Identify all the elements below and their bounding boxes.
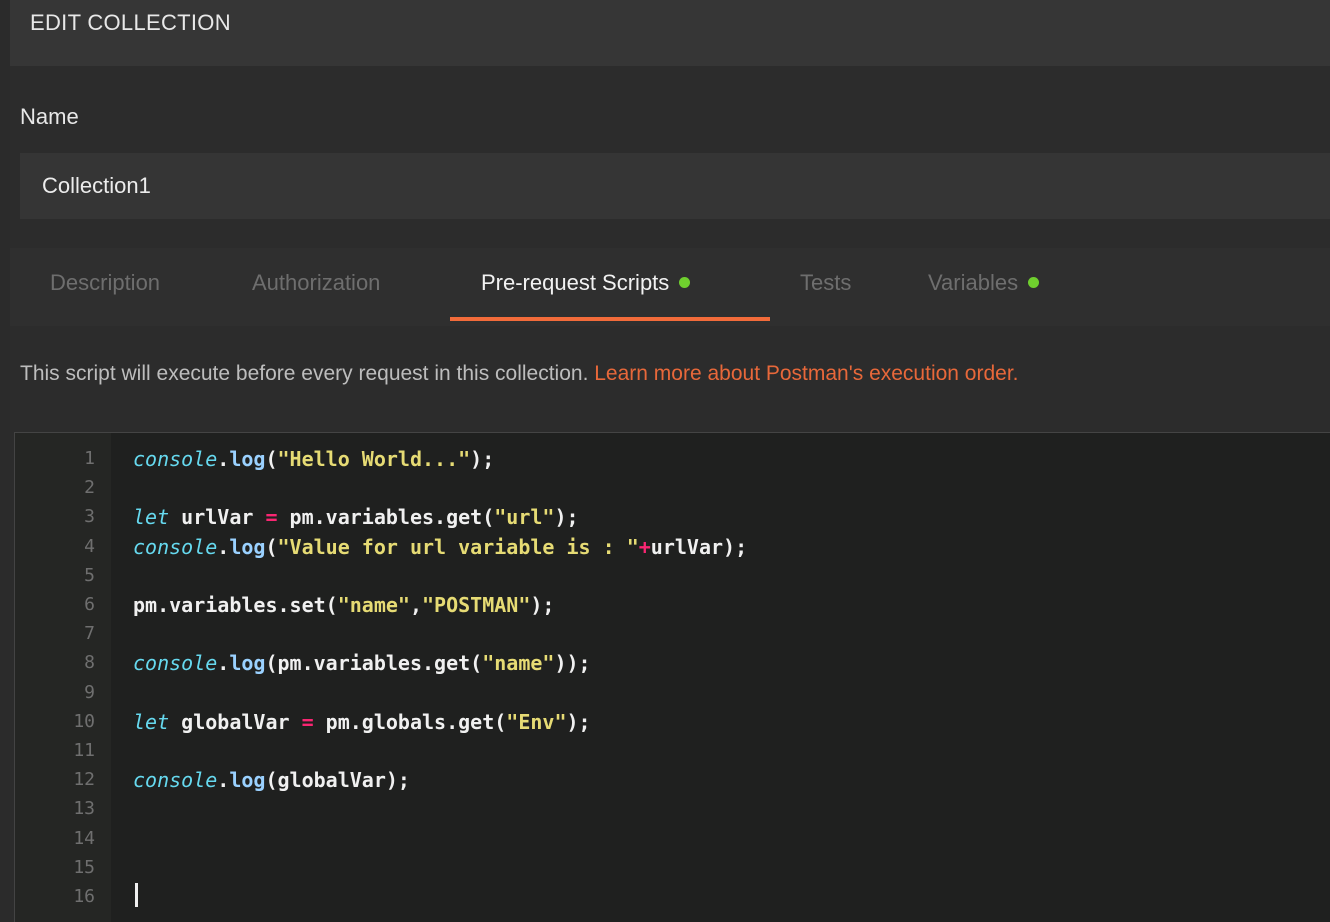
line-number: 5 (84, 564, 95, 586)
code-line: 15 (15, 854, 1315, 882)
code-line: 13 (15, 795, 1315, 823)
code-text: console.log("Value for url variable is :… (133, 534, 748, 559)
line-number: 2 (84, 477, 95, 499)
line-number: 1 (84, 448, 95, 469)
collection-name-value: Collection1 (42, 173, 151, 198)
tab-authorization[interactable]: Authorization (252, 270, 380, 296)
code-text: let urlVar = pm.variables.get("url"); (133, 505, 579, 530)
line-number: 12 (73, 769, 95, 791)
tab-bar: Description Authorization Pre-request Sc… (10, 248, 1330, 326)
status-dot-icon (1028, 277, 1040, 288)
code-line: 5 (15, 562, 1315, 590)
code-text: console.log("Hello World..."); (133, 447, 495, 471)
line-number: 8 (84, 652, 95, 674)
line-number: 9 (84, 681, 95, 703)
execution-order-link[interactable]: Learn more about Postman's execution ord… (594, 362, 1018, 385)
code-line: 12 console.log(globalVar); (15, 766, 1315, 794)
status-dot-icon (679, 277, 691, 288)
collection-name-input[interactable]: Collection1 (20, 153, 1330, 219)
tab-description[interactable]: Description (50, 270, 160, 296)
script-editor[interactable]: 1 console.log("Hello World..."); 2 3 let url… (14, 432, 1330, 922)
text-cursor (135, 883, 138, 907)
code-line: 4 console.log("Value for url variable is … (15, 533, 1315, 561)
line-number: 15 (73, 856, 95, 878)
code-line: 1 console.log("Hello World..."); (15, 445, 1315, 473)
code-line: 3 let urlVar = pm.variables.get("url"); (15, 503, 1315, 531)
code-line: 2 (15, 474, 1315, 502)
line-number: 10 (73, 710, 95, 732)
header-bar: EDIT COLLECTION (10, 0, 1330, 66)
line-number: 4 (84, 535, 95, 557)
code-text: let globalVar = pm.globals.get("Env"); (133, 709, 591, 734)
line-number: 16 (73, 886, 95, 907)
code-text: console.log(pm.variables.get("name")); (133, 651, 591, 676)
line-number: 7 (84, 623, 95, 645)
tab-tests[interactable]: Tests (800, 270, 851, 296)
code-line: 7 (15, 620, 1315, 648)
code-text: console.log(globalVar); (133, 768, 410, 793)
code-line: 11 (15, 737, 1315, 765)
code-line: 10 let globalVar = pm.globals.get("Env"); (15, 708, 1315, 736)
code-line: 9 (15, 679, 1315, 707)
line-number: 11 (73, 740, 95, 761)
script-info-text: This script will execute before every re… (20, 362, 1019, 385)
code-text: pm.variables.set("name","POSTMAN"); (133, 593, 555, 617)
name-label: Name (20, 104, 79, 129)
active-tab-indicator (450, 317, 770, 321)
code-line: 8 console.log(pm.variables.get("name")); (15, 649, 1315, 677)
line-number: 6 (84, 594, 95, 615)
tab-pre-request-scripts[interactable]: Pre-request Scripts (481, 270, 691, 296)
tab-variables[interactable]: Variables (928, 270, 1040, 296)
code-line: 6 pm.variables.set("name","POSTMAN"); (15, 591, 1315, 619)
line-number: 14 (73, 827, 95, 849)
code-line: 14 (15, 825, 1315, 853)
page-title: EDIT COLLECTION (30, 10, 231, 35)
line-number: 3 (84, 506, 95, 528)
code-line: 16 (15, 883, 1315, 911)
line-number: 13 (73, 798, 95, 820)
